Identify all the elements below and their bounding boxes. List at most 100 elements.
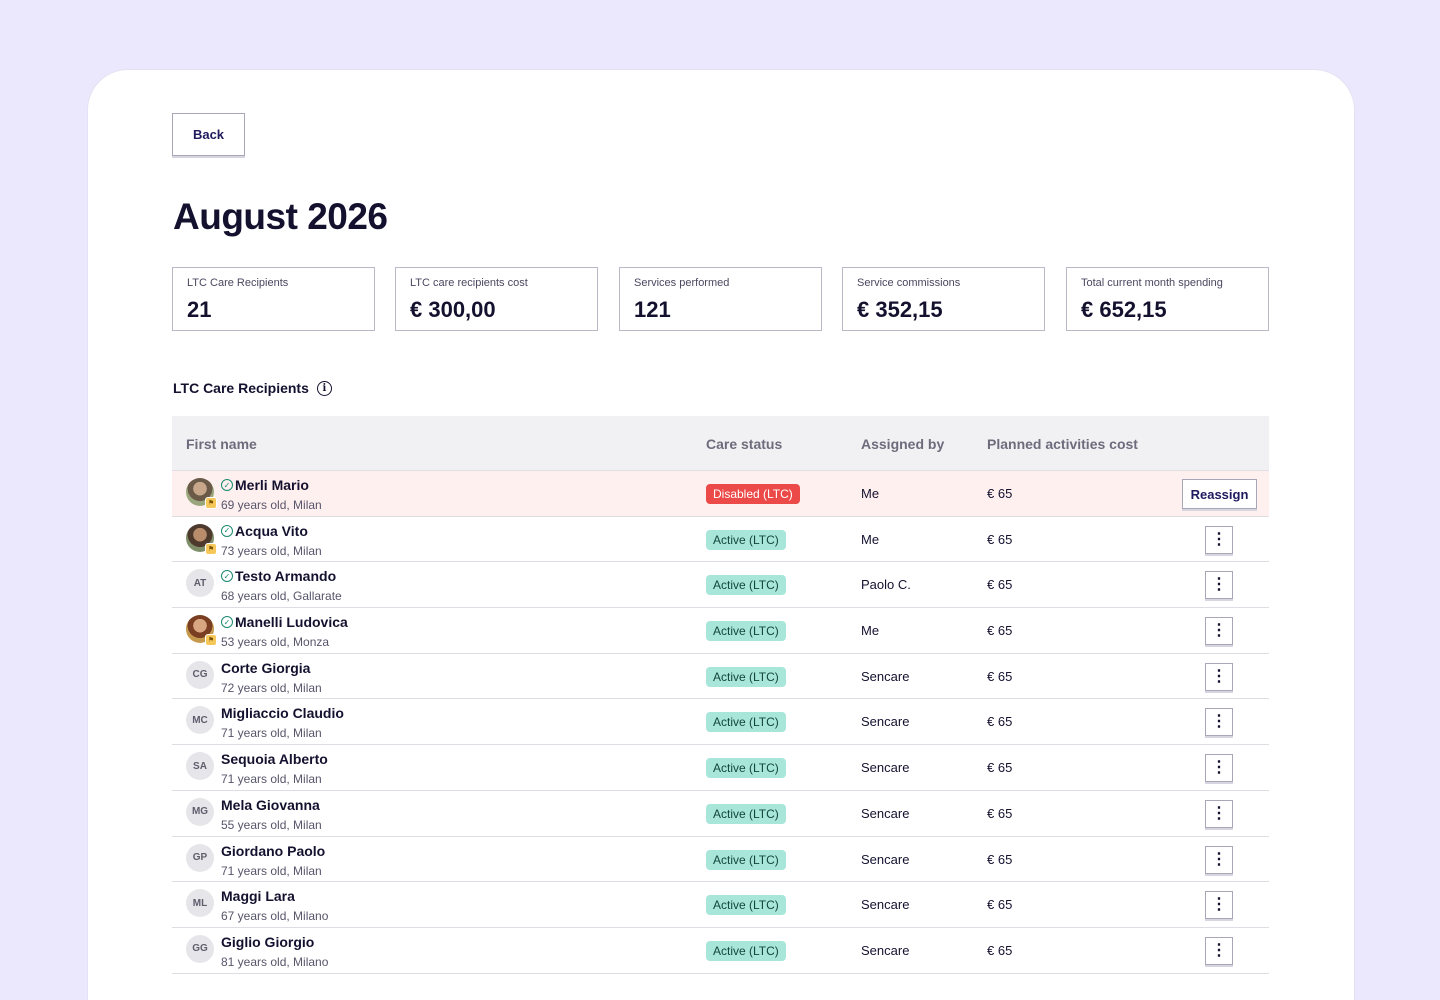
planned-cost: € 65 (987, 486, 1013, 501)
table-row[interactable]: MC Migliaccio Claudio 71 years old, Milan A… (172, 699, 1269, 746)
recipient-name[interactable]: Sequoia Alberto (221, 751, 328, 767)
kpi-label: Services performed (634, 277, 730, 289)
reassign-button[interactable]: Reassign (1182, 479, 1257, 509)
assigned-by: Sencare (861, 714, 910, 730)
check-circle-icon: ✓ (221, 570, 233, 583)
kpi-label: LTC Care Recipients (187, 277, 289, 289)
status-badge: Active (LTC) (706, 666, 786, 687)
main-card: Back August 2026 LTC Care Recipients 21 … (88, 70, 1354, 1000)
more-vertical-icon[interactable]: ⋮ (1205, 571, 1233, 600)
assigned-by: Sencare (861, 760, 910, 776)
recipient-details: 72 years old, Milan (221, 680, 322, 695)
more-vertical-icon[interactable]: ⋮ (1205, 662, 1233, 691)
status-badge: Active (LTC) (706, 712, 786, 733)
column-header-assigned-by[interactable]: Assigned by (861, 436, 944, 452)
recipient-name[interactable]: Corte Giorgia (221, 660, 310, 676)
more-vertical-icon[interactable]: ⋮ (1205, 799, 1233, 828)
table-row[interactable]: ⚑ ✓ Manelli Ludovica 53 years old, Monza Act… (172, 608, 1269, 654)
recipient-name[interactable]: Testo Armando (235, 568, 336, 584)
column-header-first-name[interactable]: First name (186, 436, 257, 452)
kpi-label: Total current month spending (1081, 277, 1223, 289)
recipient-name[interactable]: Manelli Ludovica (235, 614, 348, 630)
kpi-value: € 300,00 (410, 297, 496, 322)
more-vertical-icon[interactable]: ⋮ (1205, 845, 1233, 874)
page-title: August 2026 (173, 196, 388, 237)
recipient-name[interactable]: Merli Mario (235, 477, 309, 493)
table-row[interactable]: MG Mela Giovanna 55 years old, Milan Active… (172, 790, 1269, 837)
table-row[interactable]: ⚑ ✓ Acqua Vito 73 years old, Milan Active (L… (172, 516, 1269, 563)
avatar: MC (186, 706, 214, 735)
recipient-name-line: Sequoia Alberto (221, 751, 328, 767)
planned-cost: € 65 (987, 942, 1013, 958)
kpi-card-commissions: Service commissions € 352,15 (842, 267, 1045, 331)
status-badge: Active (LTC) (706, 803, 786, 824)
planned-cost: € 65 (987, 577, 1013, 593)
recipient-name-line: Maggi Lara (221, 888, 295, 904)
back-button[interactable]: Back (172, 113, 245, 156)
planned-cost: € 65 (987, 531, 1013, 547)
status-badge: Active (LTC) (706, 529, 786, 550)
planned-cost: € 65 (987, 668, 1013, 684)
more-vertical-icon[interactable]: ⋮ (1205, 617, 1233, 646)
table-row[interactable]: GP Giordano Paolo 71 years old, Milan Activ… (172, 836, 1269, 883)
status-badge: Active (LTC) (706, 758, 786, 779)
kpi-label: Service commissions (857, 277, 961, 289)
recipient-details: 67 years old, Milano (221, 909, 329, 924)
more-vertical-icon[interactable]: ⋮ (1205, 754, 1233, 783)
recipient-details: 71 years old, Milan (221, 726, 322, 741)
recipient-details: 71 years old, Milan (221, 863, 322, 878)
kpi-card-recipients: LTC Care Recipients 21 (172, 267, 375, 331)
planned-cost: € 65 (987, 714, 1013, 730)
table-row[interactable]: SA Sequoia Alberto 71 years old, Milan Acti… (172, 745, 1269, 791)
assigned-by: Sencare (861, 668, 910, 684)
recipient-name-line: Migliaccio Claudio (221, 705, 344, 721)
recipient-name[interactable]: Giordano Paolo (221, 843, 325, 859)
avatar: ML (186, 889, 214, 918)
kpi-value: € 652,15 (1081, 297, 1167, 322)
avatar: MG (186, 797, 214, 826)
info-icon[interactable]: i (316, 380, 332, 396)
avatar: ⚑ (186, 523, 217, 555)
table-row[interactable]: AT ✓ Testo Armando 68 years old, Gallarate A… (172, 562, 1269, 609)
recipient-name[interactable]: Giglio Giorgio (221, 934, 314, 950)
table-row[interactable]: ⚑ ✓ Merli Mario 69 years old, Milan Disabled… (172, 471, 1269, 517)
status-badge: Active (LTC) (706, 895, 786, 916)
planned-cost: € 65 (987, 623, 1013, 639)
assigned-by: Sencare (861, 805, 910, 821)
more-vertical-icon[interactable]: ⋮ (1205, 891, 1233, 920)
column-header-care-status[interactable]: Care status (706, 436, 782, 452)
assigned-by: Paolo C. (861, 577, 911, 593)
more-vertical-icon[interactable]: ⋮ (1205, 525, 1233, 554)
recipients-table: First name Care status Assigned by Plann… (172, 416, 1269, 974)
avatar: CG (186, 660, 214, 689)
recipient-name[interactable]: Migliaccio Claudio (221, 705, 344, 721)
status-badge: Disabled (LTC) (706, 484, 800, 504)
column-header-cost[interactable]: Planned activities cost (987, 436, 1138, 452)
more-vertical-icon[interactable]: ⋮ (1205, 708, 1233, 737)
recipient-name-line: ✓ Merli Mario (221, 477, 309, 493)
recipient-details: 53 years old, Monza (221, 635, 330, 650)
planned-cost: € 65 (987, 851, 1013, 867)
planned-cost: € 65 (987, 805, 1013, 821)
avatar: GG (186, 934, 214, 963)
recipient-name[interactable]: Acqua Vito (235, 523, 308, 539)
section-title: LTC Care Recipients i (173, 380, 332, 396)
avatar: AT (186, 569, 214, 598)
table-row[interactable]: CG Corte Giorgia 72 years old, Milan Active… (172, 653, 1269, 700)
avatar: GP (186, 843, 214, 872)
status-badge: Active (LTC) (706, 940, 786, 961)
kpi-value: € 352,15 (857, 297, 943, 322)
kpi-card-services: Services performed 121 (619, 267, 822, 331)
table-row[interactable]: ML Maggi Lara 67 years old, Milano Active (… (172, 882, 1269, 928)
more-vertical-icon[interactable]: ⋮ (1205, 936, 1233, 965)
table-row[interactable]: GG Giglio Giorgio 81 years old, Milano Acti… (172, 927, 1269, 974)
recipient-name-line: ✓ Manelli Ludovica (221, 614, 348, 630)
recipient-name[interactable]: Maggi Lara (221, 888, 295, 904)
check-circle-icon: ✓ (221, 616, 233, 629)
status-badge: Active (LTC) (706, 621, 786, 642)
recipient-name-line: Giglio Giorgio (221, 934, 314, 950)
recipient-name-line: Mela Giovanna (221, 797, 320, 813)
recipient-name[interactable]: Mela Giovanna (221, 797, 320, 813)
kpi-value: 21 (187, 297, 212, 322)
status-badge: Active (LTC) (706, 575, 786, 596)
